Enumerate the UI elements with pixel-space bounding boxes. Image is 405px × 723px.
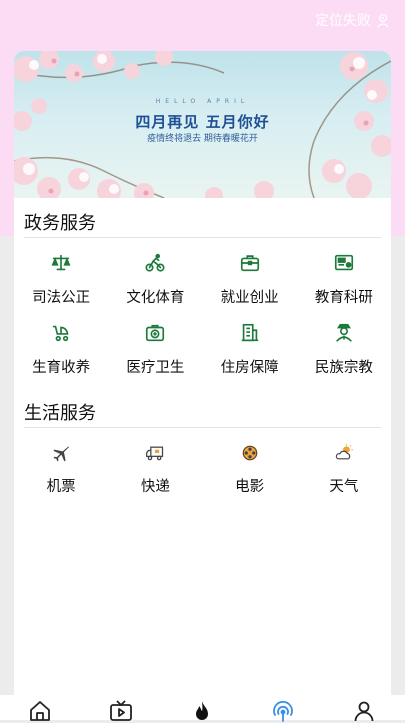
section-divider xyxy=(24,237,381,238)
gov-services-title: 政务服务 xyxy=(24,213,96,234)
banner-subtitle: 疫情终将退去 期待春暖花开 xyxy=(147,134,258,144)
service-label: 住房保障 xyxy=(220,360,279,376)
film-reel-icon xyxy=(242,445,258,461)
life-services-grid: 机票 快递 电影 天气 xyxy=(14,443,391,513)
service-item-adoption[interactable]: 生育收养 xyxy=(14,322,108,392)
gov-services-grid: 司法公正 文化体育 就业创业 教育科研 生育收养 医疗卫生 住房保障 民族宗教 xyxy=(14,252,391,392)
location-text: 定位失败 xyxy=(315,13,371,29)
service-label: 天气 xyxy=(329,479,359,495)
video-icon[interactable] xyxy=(109,699,133,723)
briefcase-icon xyxy=(240,255,259,272)
service-label: 文化体育 xyxy=(126,290,185,306)
delivery-truck-icon xyxy=(146,446,164,461)
service-label: 司法公正 xyxy=(32,290,91,306)
home-icon[interactable] xyxy=(28,699,52,723)
content-card: HELLO APRIL 四月再见 五月你好 疫情终将退去 期待春暖花开 政务服务… xyxy=(14,51,391,706)
service-label: 医疗卫生 xyxy=(126,360,185,376)
service-label: 机票 xyxy=(46,479,76,495)
service-label: 电影 xyxy=(235,479,265,495)
service-item-ethnic-religion[interactable]: 民族宗教 xyxy=(297,322,391,392)
service-label: 就业创业 xyxy=(220,290,279,306)
weather-icon xyxy=(335,444,353,460)
service-item-education[interactable]: 教育科研 xyxy=(297,252,391,322)
location-status[interactable]: 定位失败 xyxy=(315,10,391,30)
airplane-icon xyxy=(53,446,70,462)
service-label: 生育收养 xyxy=(32,360,91,376)
service-item-medical[interactable]: 医疗卫生 xyxy=(108,322,202,392)
promo-banner[interactable]: HELLO APRIL 四月再见 五月你好 疫情终将退去 期待春暖花开 xyxy=(14,51,391,198)
service-item-weather[interactable]: 天气 xyxy=(297,443,391,513)
service-item-flights[interactable]: 机票 xyxy=(14,443,108,513)
section-divider xyxy=(24,427,381,428)
medical-kit-icon xyxy=(146,324,165,342)
service-item-movies[interactable]: 电影 xyxy=(203,443,297,513)
bottom-tab-bar xyxy=(0,695,405,723)
banner-small-text: HELLO APRIL xyxy=(155,98,250,105)
service-label: 快递 xyxy=(140,479,170,495)
location-pin-icon xyxy=(377,13,389,28)
service-label: 民族宗教 xyxy=(314,360,373,376)
scales-icon xyxy=(51,254,71,271)
building-icon xyxy=(241,323,258,342)
certificate-icon xyxy=(334,254,353,271)
flame-icon[interactable] xyxy=(190,699,214,723)
signal-icon[interactable] xyxy=(271,699,295,723)
cyclist-icon xyxy=(145,253,165,272)
life-services-title: 生活服务 xyxy=(24,403,96,424)
service-item-housing[interactable]: 住房保障 xyxy=(203,322,297,392)
service-item-culture-sports[interactable]: 文化体育 xyxy=(108,252,202,322)
banner-title: 四月再见 五月你好 xyxy=(135,113,270,131)
service-item-justice[interactable]: 司法公正 xyxy=(14,252,108,322)
service-item-employment[interactable]: 就业创业 xyxy=(203,252,297,322)
person-badge-icon xyxy=(335,323,352,342)
profile-icon[interactable] xyxy=(352,699,376,723)
stroller-icon xyxy=(52,325,69,342)
service-item-express[interactable]: 快递 xyxy=(108,443,202,513)
service-label: 教育科研 xyxy=(314,290,373,306)
